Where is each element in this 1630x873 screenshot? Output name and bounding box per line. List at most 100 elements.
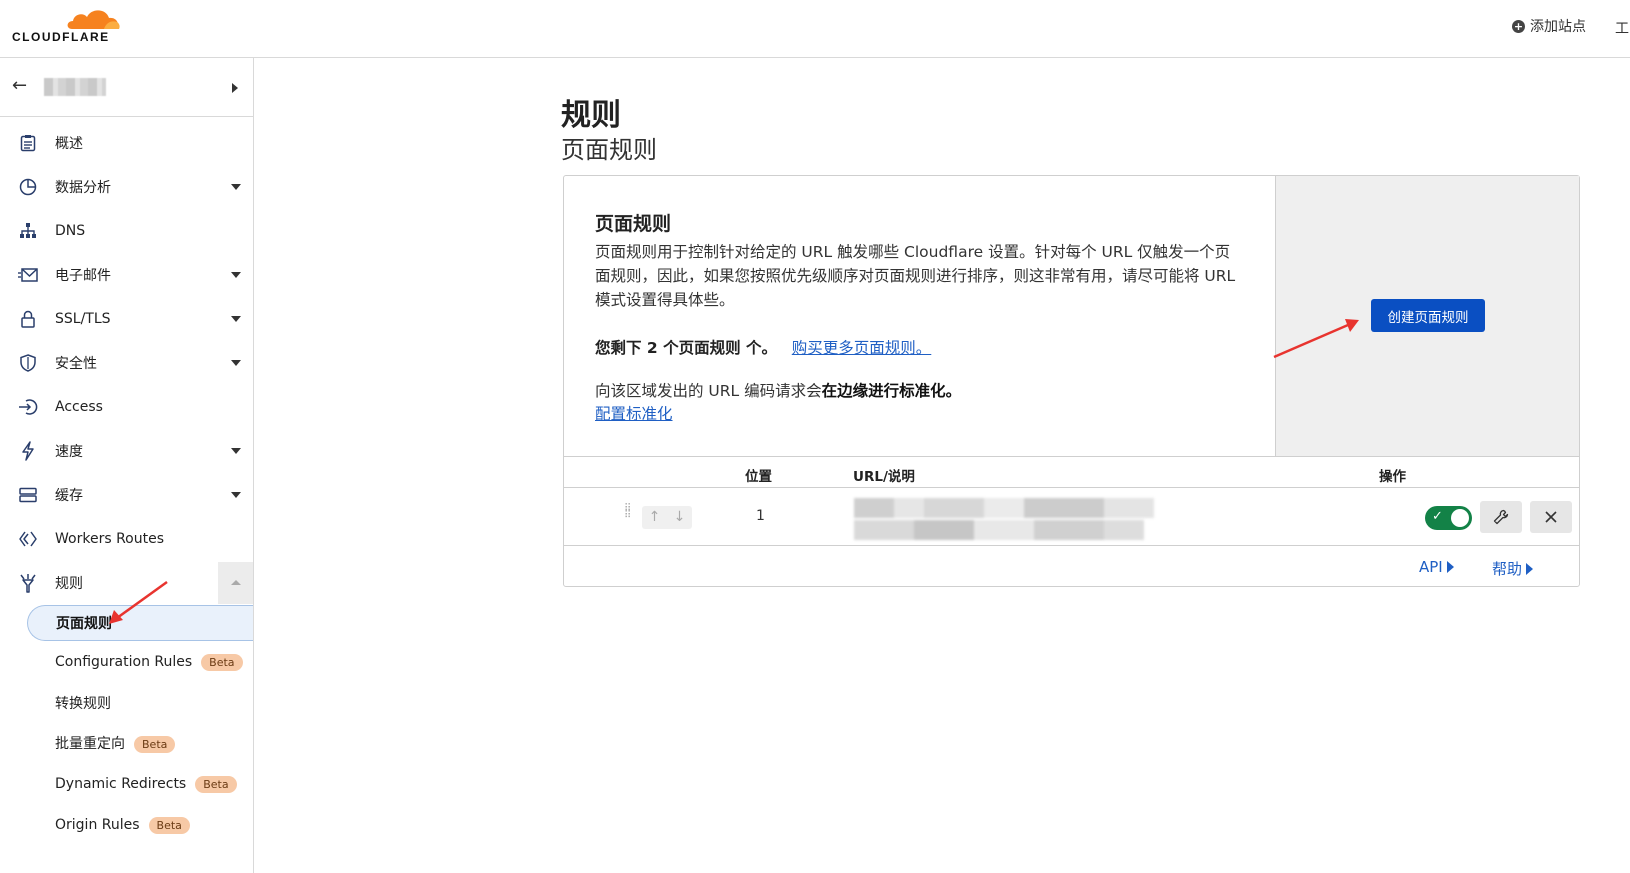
reorder-buttons: ↑ ↓ (642, 506, 692, 529)
sidebar-item-label: 缓存 (55, 488, 83, 504)
sidebar-subitem-label: 转换规则 (55, 696, 111, 712)
caret-right-icon (232, 83, 238, 93)
column-header-actions: 操作 (1379, 469, 1406, 485)
edit-rule-button[interactable] (1480, 501, 1522, 533)
column-header-url: URL/说明 (853, 469, 915, 485)
quota-text: 您剩下 2 个页面规则 个。 (595, 339, 777, 357)
api-link[interactable]: API (1419, 558, 1454, 576)
sidebar-item-speed[interactable]: 速度 (0, 429, 253, 473)
sidebar-item-label: 规则 (55, 576, 83, 592)
chevron-down-icon (231, 360, 241, 366)
sidebar-item-email[interactable]: 电子邮件 (0, 253, 253, 297)
sidebar-item-label: 安全性 (55, 356, 97, 372)
header-edge-text: 工 (1615, 21, 1629, 37)
sidebar-item-label: DNS (55, 223, 86, 239)
cloudflare-logo[interactable]: CLOUDFLARE (12, 6, 122, 46)
beta-badge: Beta (201, 653, 243, 671)
chevron-down-icon (231, 184, 241, 190)
login-icon (18, 397, 38, 417)
add-site-label: 添加站点 (1530, 19, 1586, 35)
top-bar: CLOUDFLARE + 添加站点 工 (0, 0, 1630, 58)
lock-icon (18, 309, 38, 329)
sidebar-item-access[interactable]: Access (0, 385, 253, 429)
subitem-text: 批量重定向 (55, 736, 125, 752)
help-link[interactable]: 帮助 (1492, 558, 1534, 579)
card-info-panel: 页面规则 页面规则用于控制针对给定的 URL 触发哪些 Cloudflare 设… (564, 176, 1275, 457)
sidebar-subitem-label: 批量重定向 Beta (55, 733, 176, 753)
storage-icon (18, 485, 38, 505)
subitem-text: Origin Rules (55, 816, 140, 833)
drag-handle-icon[interactable]: ⠿ ⠿ (624, 504, 634, 527)
create-page-rule-button[interactable]: 创建页面规则 (1371, 299, 1485, 332)
normalization-text: 向该区域发出的 URL 编码请求会 (595, 382, 822, 400)
sidebar-subitem-bulk-redirects[interactable]: 批量重定向 Beta (27, 725, 253, 761)
sidebar-item-label: Access (55, 399, 103, 415)
sidebar-item-overview[interactable]: 概述 (0, 121, 253, 165)
clipboard-icon (18, 133, 38, 153)
sidebar-item-security[interactable]: 安全性 (0, 341, 253, 385)
logo-wordmark: CLOUDFLARE (12, 30, 110, 44)
beta-badge: Beta (148, 816, 190, 834)
network-icon (18, 221, 38, 241)
rule-enabled-toggle[interactable]: ✓ (1425, 506, 1472, 530)
close-icon (1545, 511, 1557, 523)
shield-icon (18, 353, 38, 373)
chevron-down-icon (231, 272, 241, 278)
sidebar-subitem-origin-rules[interactable]: Origin Rules Beta (27, 807, 253, 843)
add-site-button[interactable]: + 添加站点 (1512, 16, 1586, 36)
domain-name-redacted (44, 78, 106, 96)
beta-badge: Beta (134, 736, 176, 753)
sidebar-subitem-transform-rules[interactable]: 转换规则 (27, 685, 253, 721)
collapse-rules-button[interactable] (218, 562, 253, 604)
rule-position: 1 (756, 508, 765, 524)
sidebar-item-cache[interactable]: 缓存 (0, 473, 253, 517)
normalization-bold: 在边缘进行标准化。 (821, 382, 962, 400)
help-link-label: 帮助 (1492, 560, 1523, 578)
sidebar-item-label: 速度 (55, 444, 83, 460)
chevron-up-icon (231, 580, 241, 585)
sidebar-subitem-configuration-rules[interactable]: Configuration Rules Beta (27, 644, 253, 680)
rules-icon (18, 573, 38, 593)
sidebar-subitem-label: 页面规则 (56, 616, 112, 632)
sidebar-item-label: 概述 (55, 136, 83, 152)
sidebar-item-analytics[interactable]: 数据分析 (0, 165, 253, 209)
move-up-icon[interactable]: ↑ (642, 506, 667, 529)
sidebar-item-ssl-tls[interactable]: SSL/TLS (0, 297, 253, 341)
sidebar-item-label: 电子邮件 (55, 268, 111, 284)
buy-more-link[interactable]: 购买更多页面规则。 (792, 339, 932, 357)
annotation-arrow-sidebar (109, 580, 168, 624)
workers-icon (18, 529, 38, 549)
rule-url-redacted (854, 498, 1189, 540)
api-link-label: API (1419, 558, 1443, 576)
sidebar-item-label: Workers Routes (55, 531, 164, 547)
pie-chart-icon (18, 177, 38, 197)
caret-right-icon (1446, 561, 1454, 573)
sidebar-item-dns[interactable]: DNS (0, 209, 253, 253)
page-title: 规则 (561, 98, 621, 133)
move-down-icon[interactable]: ↓ (667, 506, 692, 529)
domain-selector[interactable]: ← (0, 58, 253, 117)
sidebar-subitem-dynamic-redirects[interactable]: Dynamic Redirects Beta (27, 766, 253, 802)
chevron-down-icon (231, 492, 241, 498)
delete-rule-button[interactable] (1530, 501, 1572, 533)
page-subtitle: 页面规则 (561, 136, 657, 164)
caret-right-icon (1526, 562, 1534, 575)
sidebar-subitem-label: Origin Rules Beta (55, 816, 190, 834)
chevron-down-icon (231, 448, 241, 454)
sidebar-item-workers-routes[interactable]: Workers Routes (0, 517, 253, 561)
subitem-text: Configuration Rules (55, 653, 193, 670)
card-heading: 页面规则 (595, 213, 672, 235)
subitem-text: Dynamic Redirects (55, 775, 187, 792)
back-arrow-icon[interactable]: ← (12, 75, 27, 96)
wrench-icon (1493, 509, 1509, 525)
chevron-down-icon (231, 316, 241, 322)
beta-badge: Beta (195, 775, 237, 793)
sidebar-item-label: 数据分析 (55, 180, 111, 196)
column-header-position: 位置 (745, 469, 772, 485)
configure-normalization-link[interactable]: 配置标准化 (595, 402, 673, 424)
mail-icon (18, 265, 38, 285)
table-row: ⠿ ⠿ ↑ ↓ 1 ✓ (564, 489, 1579, 546)
sidebar: ← 概述 数据分析 DNS 电子邮件 SSL/TLS 安全性 Access 速度… (0, 58, 254, 873)
plus-circle-icon: + (1512, 19, 1525, 33)
lightning-icon (18, 441, 38, 461)
